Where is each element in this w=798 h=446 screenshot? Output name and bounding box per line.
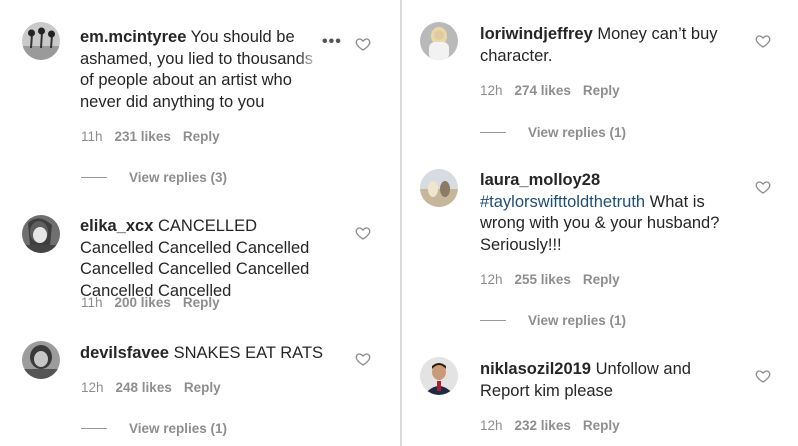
text-fade	[298, 48, 320, 72]
comment-meta: 12h 274 likes Reply	[480, 83, 632, 98]
timestamp: 12h	[480, 83, 503, 98]
timestamp: 12h	[480, 272, 503, 287]
avatar[interactable]	[22, 22, 60, 60]
comment-text: devilsfavee SNAKES EAT RATS	[80, 343, 340, 365]
comment-body: SNAKES EAT RATS	[168, 344, 324, 362]
likes-count[interactable]: 200 likes	[115, 295, 171, 310]
comment-text: elika_xcx CANCELLED Cancelled Cancelled …	[80, 216, 330, 302]
heart-outline-icon[interactable]	[355, 225, 371, 241]
likes-count[interactable]: 232 likes	[515, 418, 571, 433]
replies-divider-line	[480, 132, 506, 133]
timestamp: 11h	[81, 129, 103, 144]
comment-meta: 11h 200 likes Reply	[81, 295, 232, 310]
username[interactable]: loriwindjeffrey	[480, 25, 593, 43]
likes-count[interactable]: 248 likes	[116, 380, 172, 395]
comment-meta: 12h 255 likes Reply	[480, 272, 632, 287]
likes-count[interactable]: 274 likes	[515, 83, 571, 98]
hashtag-link[interactable]: #taylorswifttoldthetruth	[480, 193, 645, 211]
reply-button[interactable]: Reply	[183, 295, 220, 310]
view-replies-label: View replies (1)	[528, 125, 627, 140]
avatar[interactable]	[420, 22, 458, 60]
view-replies-button[interactable]: View replies (3)	[81, 170, 227, 185]
view-replies-button[interactable]: View replies (1)	[480, 125, 626, 140]
comments-column-right: loriwindjeffrey Money can’t buy characte…	[402, 0, 798, 446]
heart-outline-icon[interactable]	[755, 368, 771, 384]
avatar[interactable]	[22, 215, 60, 253]
username[interactable]: devilsfavee	[80, 344, 169, 362]
timestamp: 11h	[81, 295, 103, 310]
likes-count[interactable]: 231 likes	[115, 129, 171, 144]
comment-meta: 11h 231 likes Reply	[81, 129, 232, 144]
reply-button[interactable]: Reply	[183, 129, 220, 144]
reply-button[interactable]: Reply	[184, 380, 221, 395]
heart-outline-icon[interactable]	[755, 33, 771, 49]
view-replies-label: View replies (3)	[129, 170, 228, 185]
comment-meta: 12h 248 likes Reply	[81, 380, 233, 395]
avatar[interactable]	[420, 169, 458, 207]
avatar[interactable]	[420, 357, 458, 395]
comment-text: laura_molloy28 #taylorswifttoldthetruth W…	[480, 170, 750, 256]
heart-outline-icon[interactable]	[755, 179, 771, 195]
likes-count[interactable]: 255 likes	[515, 272, 571, 287]
reply-button[interactable]: Reply	[583, 418, 620, 433]
avatar[interactable]	[22, 341, 60, 379]
replies-divider-line	[81, 428, 107, 429]
replies-divider-line	[81, 177, 107, 178]
username[interactable]: niklasozil2019	[480, 360, 591, 378]
timestamp: 12h	[480, 418, 503, 433]
timestamp: 12h	[81, 380, 104, 395]
comment-text: niklasozil2019 Unfollow and Report kim p…	[480, 359, 740, 402]
reply-button[interactable]: Reply	[583, 272, 620, 287]
view-replies-label: View replies (1)	[129, 421, 228, 436]
more-options-icon[interactable]: •••	[322, 33, 342, 51]
username[interactable]: elika_xcx	[80, 217, 153, 235]
username[interactable]: em.mcintyree	[80, 28, 186, 46]
comment-text: loriwindjeffrey Money can’t buy characte…	[480, 24, 740, 67]
view-replies-label: View replies (1)	[528, 313, 627, 328]
view-replies-button[interactable]: View replies (1)	[480, 313, 626, 328]
heart-outline-icon[interactable]	[355, 36, 371, 52]
view-replies-button[interactable]: View replies (1)	[81, 421, 227, 436]
reply-button[interactable]: Reply	[583, 83, 620, 98]
heart-outline-icon[interactable]	[355, 351, 371, 367]
username[interactable]: laura_molloy28	[480, 171, 600, 189]
comment-meta: 12h 232 likes Reply	[480, 418, 632, 433]
replies-divider-line	[480, 320, 506, 321]
comment-text: em.mcintyree You should be ashamed, you …	[80, 27, 320, 113]
comments-column-left: em.mcintyree You should be ashamed, you …	[0, 0, 400, 446]
